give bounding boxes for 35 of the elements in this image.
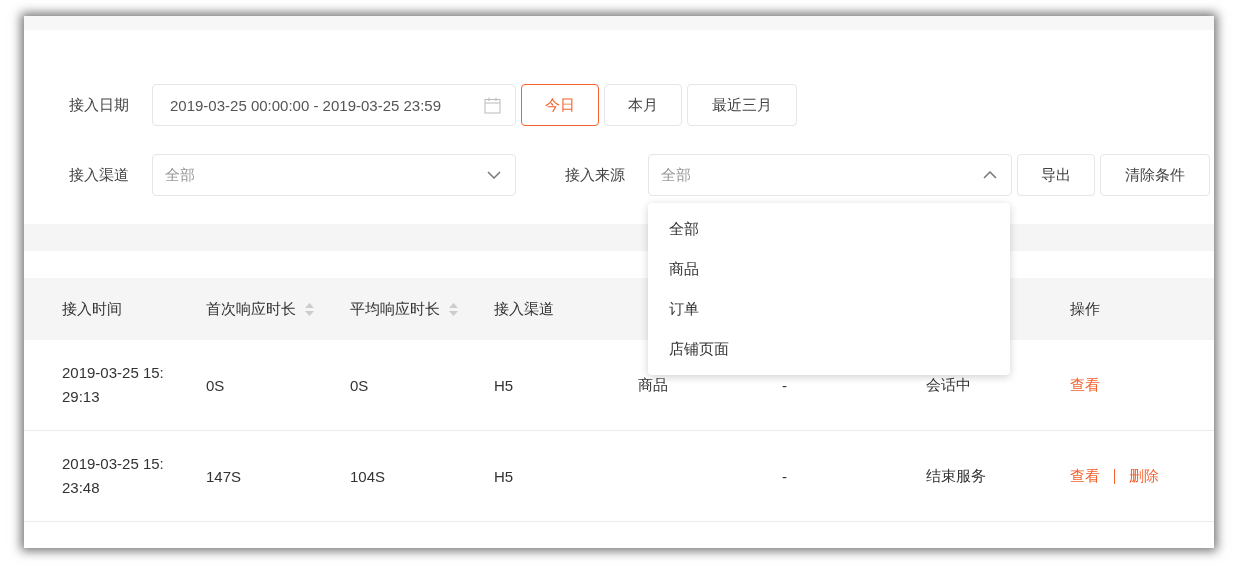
column-header: 平均响应时长 [350,299,440,319]
action-button[interactable]: 清除条件 [1100,154,1210,196]
column-header: 接入渠道 [494,299,554,319]
date-range-button[interactable]: 最近三月 [687,84,797,126]
dropdown-option[interactable]: 订单 [648,289,1010,329]
column-header: 首次响应时长 [206,299,296,319]
table-cell: 会话中 [926,375,971,393]
table-cell: - [782,376,787,394]
table-cell: - [782,467,787,485]
table-cell: H5 [494,376,514,394]
field-label: 接入来源 [565,165,626,185]
sort-icon[interactable] [305,302,314,316]
table-cell: 商品 [638,375,668,393]
table-cell: 0S [206,376,225,394]
caret-up-icon [983,171,997,179]
field-label: 接入渠道 [69,165,130,185]
table-cell: 104S [350,467,386,485]
table-cell: 0S [350,376,369,394]
table-cell: 147S [206,467,242,485]
date-range-field[interactable]: 2019-03-25 00:00:00 - 2019-03-25 23:59 [152,84,516,126]
table-cell: H5 [494,467,514,485]
table-cell-text: 2019-03-25 15:23:48 [62,454,165,498]
dropdown-option[interactable]: 商品 [648,249,1010,289]
table-cell-text: 2019-03-25 15:29:13 [62,363,165,407]
sort-icon[interactable] [449,302,458,316]
column-header: 接入时间 [62,299,122,319]
dropdown-option[interactable]: 店铺页面 [648,329,1010,369]
calendar-icon [484,96,501,114]
dropdown-option[interactable]: 全部 [648,209,1010,249]
table-cell: 结束服务 [926,466,986,484]
caret-down-icon [487,171,501,179]
date-range-button[interactable]: 本月 [604,84,682,126]
column-header: 操作 [1070,299,1100,319]
field-label: 接入日期 [69,95,130,115]
action-button[interactable]: 导出 [1017,154,1095,196]
